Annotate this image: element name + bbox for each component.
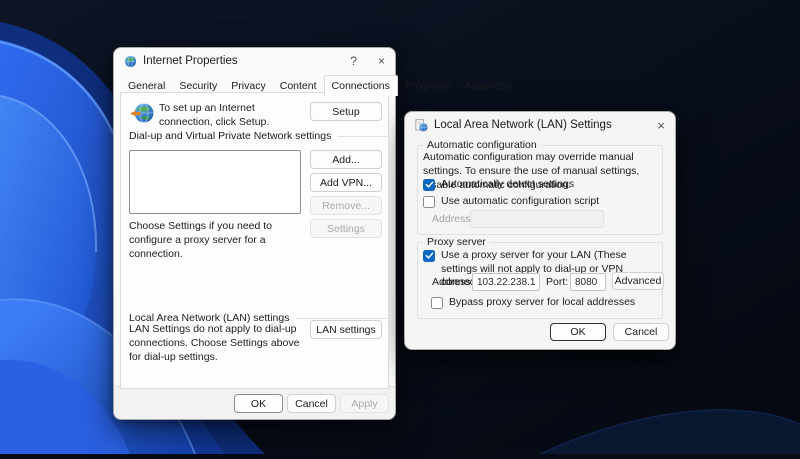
dialup-group-header: Dial-up and Virtual Private Network sett… bbox=[129, 130, 388, 142]
auto-detect-checkbox[interactable] bbox=[423, 179, 435, 191]
proxy-port-input[interactable] bbox=[570, 273, 606, 291]
advanced-button[interactable]: Advanced bbox=[612, 272, 664, 290]
use-script-label[interactable]: Use automatic configuration script bbox=[441, 195, 599, 209]
add-vpn-button[interactable]: Add VPN... bbox=[310, 173, 382, 192]
tab-security[interactable]: Security bbox=[172, 76, 224, 95]
proxy-server-label: Proxy server bbox=[423, 236, 490, 248]
tab-strip: General Security Privacy Content Connect… bbox=[121, 75, 518, 95]
lan-hint-text: LAN Settings do not apply to dial-up con… bbox=[129, 323, 304, 365]
proxy-address-label: Address: bbox=[432, 276, 473, 288]
lan-settings-dialog: Local Area Network (LAN) Settings × Auto… bbox=[404, 111, 676, 350]
lan-settings-button[interactable]: LAN settings bbox=[310, 320, 382, 339]
script-address-input bbox=[470, 210, 604, 228]
tab-general[interactable]: General bbox=[121, 76, 172, 95]
connections-tab-page: To set up an Internet connection, click … bbox=[120, 92, 389, 389]
group-divider bbox=[338, 136, 388, 137]
use-script-checkbox[interactable] bbox=[423, 196, 435, 208]
automatic-configuration-label: Automatic configuration bbox=[423, 139, 541, 151]
internet-properties-icon bbox=[124, 55, 137, 68]
tab-privacy[interactable]: Privacy bbox=[224, 76, 272, 95]
dialog-title: Local Area Network (LAN) Settings bbox=[434, 119, 612, 131]
automatic-configuration-group: Automatic configuration Automatic config… bbox=[417, 145, 663, 235]
auto-detect-row: Automatically detect settings bbox=[423, 178, 574, 192]
help-button[interactable]: ? bbox=[350, 55, 357, 67]
add-button[interactable]: Add... bbox=[310, 150, 382, 169]
script-address-label: Address bbox=[432, 213, 471, 225]
dialog-title: Internet Properties bbox=[143, 55, 238, 67]
use-script-row: Use automatic configuration script bbox=[423, 195, 599, 209]
lan-settings-icon bbox=[415, 119, 428, 132]
proxy-address-input[interactable] bbox=[472, 273, 540, 291]
check-icon bbox=[425, 251, 434, 260]
close-icon[interactable]: × bbox=[378, 55, 385, 67]
tab-content[interactable]: Content bbox=[273, 76, 324, 95]
bypass-proxy-checkbox[interactable] bbox=[431, 297, 443, 309]
cancel-button[interactable]: Cancel bbox=[613, 323, 669, 341]
internet-globe-icon bbox=[129, 101, 155, 127]
group-divider bbox=[296, 318, 388, 319]
proxy-port-label: Port: bbox=[546, 276, 568, 288]
apply-button[interactable]: Apply bbox=[340, 394, 389, 413]
use-proxy-checkbox[interactable] bbox=[423, 250, 435, 262]
ok-button[interactable]: OK bbox=[550, 323, 606, 341]
setup-hint-text: To set up an Internet connection, click … bbox=[159, 102, 311, 130]
dialup-connections-listbox[interactable] bbox=[129, 150, 301, 214]
bypass-proxy-row: Bypass proxy server for local addresses bbox=[431, 296, 635, 310]
dialog-footer: OK Cancel Apply bbox=[114, 386, 395, 419]
auto-detect-label[interactable]: Automatically detect settings bbox=[441, 178, 574, 192]
ok-button[interactable]: OK bbox=[234, 394, 283, 413]
internet-properties-dialog: Internet Properties ? × General Security… bbox=[113, 47, 396, 420]
internet-properties-titlebar[interactable]: Internet Properties ? × bbox=[114, 48, 395, 72]
remove-button[interactable]: Remove... bbox=[310, 196, 382, 215]
choose-settings-hint: Choose Settings if you need to configure… bbox=[129, 220, 301, 262]
setup-button[interactable]: Setup bbox=[310, 102, 382, 121]
settings-button[interactable]: Settings bbox=[310, 219, 382, 238]
tab-programs[interactable]: Programs bbox=[398, 76, 458, 95]
tab-advanced[interactable]: Advanced bbox=[457, 76, 518, 95]
tab-connections[interactable]: Connections bbox=[324, 75, 398, 96]
bypass-proxy-label[interactable]: Bypass proxy server for local addresses bbox=[449, 296, 635, 310]
lan-settings-titlebar[interactable]: Local Area Network (LAN) Settings × bbox=[405, 112, 675, 136]
close-icon[interactable]: × bbox=[657, 119, 665, 132]
dialup-group-label: Dial-up and Virtual Private Network sett… bbox=[129, 130, 331, 142]
proxy-server-group: Proxy server Use a proxy server for your… bbox=[417, 242, 663, 319]
check-icon bbox=[425, 180, 434, 189]
cancel-button[interactable]: Cancel bbox=[287, 394, 336, 413]
